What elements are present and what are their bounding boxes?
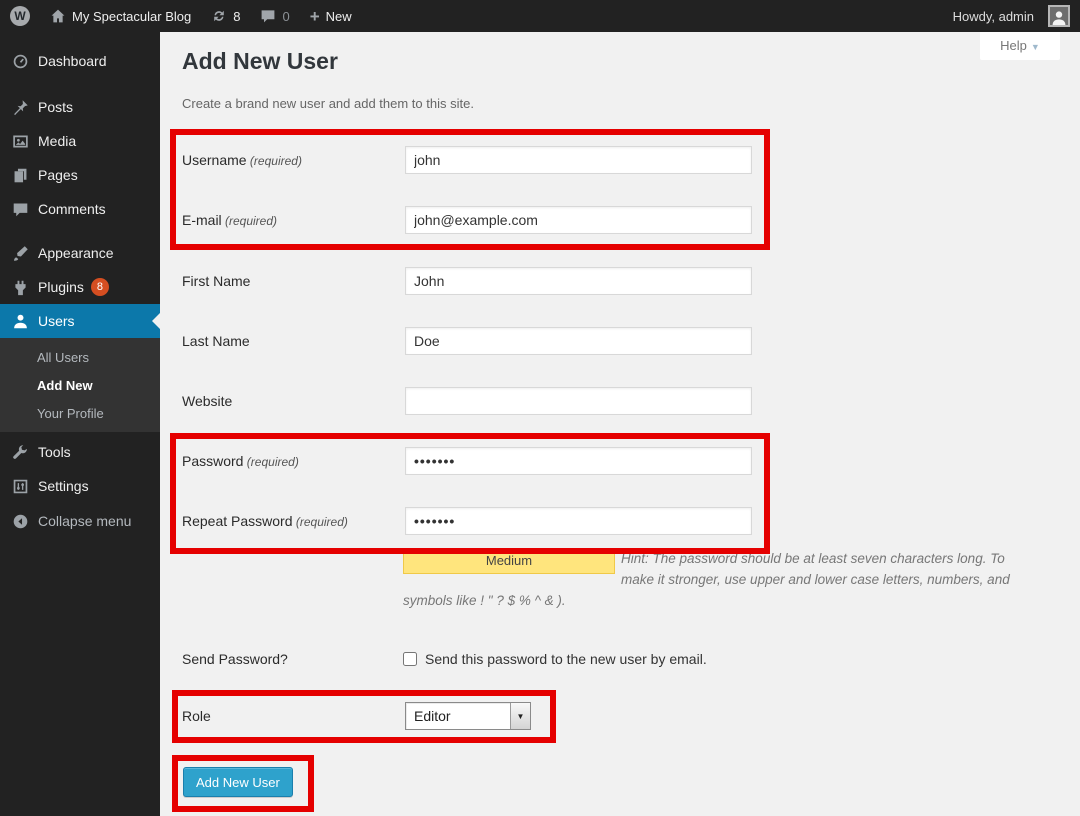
select-dropdown-button[interactable]: ▼ bbox=[510, 703, 530, 729]
email-input[interactable] bbox=[405, 206, 752, 234]
password-input[interactable] bbox=[405, 447, 752, 475]
add-new-user-button[interactable]: Add New User bbox=[183, 767, 293, 797]
submenu-item-all-users[interactable]: All Users bbox=[0, 344, 160, 372]
wordpress-logo-icon: W bbox=[10, 6, 30, 26]
admin-sidebar: Dashboard Posts Media Pages Comments App… bbox=[0, 32, 160, 816]
first-name-label: First Name bbox=[182, 267, 402, 295]
help-label: Help bbox=[1000, 38, 1027, 53]
role-selected-value: Editor bbox=[406, 708, 510, 724]
sidebar-item-pages[interactable]: Pages bbox=[0, 158, 160, 192]
last-name-label: Last Name bbox=[182, 327, 402, 355]
chevron-down-icon: ▼ bbox=[1031, 42, 1040, 52]
avatar bbox=[1048, 5, 1070, 27]
last-name-input[interactable] bbox=[405, 327, 752, 355]
dashboard-icon bbox=[10, 51, 30, 71]
sidebar-label: Appearance bbox=[38, 245, 114, 261]
site-name-label: My Spectacular Blog bbox=[72, 9, 191, 24]
pushpin-icon bbox=[10, 97, 30, 117]
comments-link[interactable]: 0 bbox=[250, 0, 299, 32]
plus-icon: + bbox=[310, 8, 320, 25]
first-name-input[interactable] bbox=[405, 267, 752, 295]
sidebar-item-settings[interactable]: Settings bbox=[0, 469, 160, 503]
plugins-update-badge: 8 bbox=[91, 278, 109, 296]
users-icon bbox=[10, 311, 30, 331]
repeat-password-input[interactable] bbox=[405, 507, 752, 535]
paintbrush-icon bbox=[10, 243, 30, 263]
wrench-icon bbox=[10, 442, 30, 462]
website-input[interactable] bbox=[405, 387, 752, 415]
website-label: Website bbox=[182, 387, 402, 415]
media-icon bbox=[10, 131, 30, 151]
pages-icon bbox=[10, 165, 30, 185]
email-label: E-mail (required) bbox=[182, 206, 402, 234]
password-strength-meter: Medium bbox=[403, 548, 615, 574]
updates-link[interactable]: 8 bbox=[201, 0, 250, 32]
comment-bubble-icon bbox=[260, 8, 276, 24]
page-description: Create a brand new user and add them to … bbox=[182, 96, 474, 111]
sidebar-label: Users bbox=[38, 313, 75, 329]
sidebar-item-dashboard[interactable]: Dashboard bbox=[0, 44, 160, 78]
new-label: New bbox=[326, 9, 352, 24]
wordpress-admin-screen: W My Spectacular Blog 8 0 + New Howdy, a… bbox=[0, 0, 1080, 816]
main-content: Help ▼ Add New User Create a brand new us… bbox=[160, 32, 1080, 816]
sidebar-item-users[interactable]: Users bbox=[0, 304, 160, 338]
password-label: Password (required) bbox=[182, 447, 402, 475]
repeat-password-label: Repeat Password (required) bbox=[182, 507, 402, 535]
sidebar-label: Pages bbox=[38, 167, 78, 183]
sidebar-item-plugins[interactable]: Plugins 8 bbox=[0, 270, 160, 304]
sidebar-item-appearance[interactable]: Appearance bbox=[0, 236, 160, 270]
help-button[interactable]: Help ▼ bbox=[980, 32, 1060, 60]
sidebar-label: Tools bbox=[38, 444, 71, 460]
sidebar-label: Settings bbox=[38, 478, 89, 494]
current-menu-arrow bbox=[152, 313, 160, 329]
new-content-link[interactable]: + New bbox=[300, 0, 362, 32]
sidebar-label: Comments bbox=[38, 201, 106, 217]
site-name-link[interactable]: My Spectacular Blog bbox=[40, 0, 201, 32]
plug-icon bbox=[10, 277, 30, 297]
submenu-item-add-new[interactable]: Add New bbox=[0, 372, 160, 400]
admin-bar: W My Spectacular Blog 8 0 + New Howdy, a… bbox=[0, 0, 1080, 32]
username-input[interactable] bbox=[405, 146, 752, 174]
update-icon bbox=[211, 8, 227, 24]
sidebar-label: Plugins bbox=[38, 279, 84, 295]
sidebar-item-media[interactable]: Media bbox=[0, 124, 160, 158]
send-password-text: Send this password to the new user by em… bbox=[425, 651, 707, 667]
admin-bar-left: W My Spectacular Blog 8 0 + New bbox=[0, 0, 362, 32]
sliders-icon bbox=[10, 476, 30, 496]
wordpress-logo-button[interactable]: W bbox=[0, 0, 40, 32]
howdy-label: Howdy, admin bbox=[953, 9, 1034, 24]
send-password-label: Send Password? bbox=[182, 645, 402, 673]
home-icon bbox=[50, 8, 66, 24]
submenu-item-your-profile[interactable]: Your Profile bbox=[0, 400, 160, 428]
password-hint-area: Medium Hint: The password should be at l… bbox=[403, 548, 1035, 611]
sidebar-item-comments[interactable]: Comments bbox=[0, 192, 160, 226]
admin-bar-right: Howdy, admin bbox=[943, 0, 1080, 32]
person-icon bbox=[1051, 9, 1067, 25]
account-menu[interactable]: Howdy, admin bbox=[943, 0, 1080, 32]
sidebar-label: Dashboard bbox=[38, 53, 107, 69]
comment-bubble-icon bbox=[10, 199, 30, 219]
send-password-checkbox[interactable] bbox=[403, 652, 417, 666]
sidebar-item-posts[interactable]: Posts bbox=[0, 90, 160, 124]
comment-count: 0 bbox=[282, 9, 289, 24]
sidebar-label: Media bbox=[38, 133, 76, 149]
update-count: 8 bbox=[233, 9, 240, 24]
page-title: Add New User bbox=[182, 48, 338, 75]
collapse-menu-button[interactable]: Collapse menu bbox=[0, 504, 160, 538]
collapse-arrow-icon bbox=[10, 511, 30, 531]
sidebar-label: Posts bbox=[38, 99, 73, 115]
username-label: Username (required) bbox=[182, 146, 402, 174]
send-password-row: Send this password to the new user by em… bbox=[403, 649, 707, 669]
users-submenu: All Users Add New Your Profile bbox=[0, 338, 160, 432]
role-select[interactable]: Editor ▼ bbox=[405, 702, 531, 730]
role-label: Role bbox=[182, 702, 402, 730]
sidebar-item-tools[interactable]: Tools bbox=[0, 435, 160, 469]
sidebar-label: Collapse menu bbox=[38, 513, 131, 529]
